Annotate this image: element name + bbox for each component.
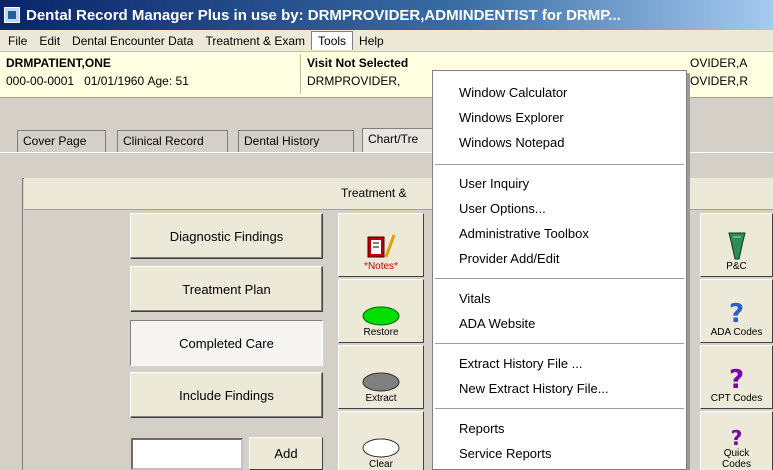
treatment-label: Treatment &	[341, 186, 407, 200]
treatment-plan-label: Treatment Plan	[182, 281, 271, 297]
menu-separator	[435, 278, 684, 279]
visit-status[interactable]: Visit Not Selected	[307, 56, 408, 70]
completed-care-button[interactable]: Completed Care	[130, 320, 323, 366]
cpt-codes-button[interactable]: ? CPT Codes	[700, 345, 773, 409]
menu-item-user-inquiry[interactable]: User Inquiry	[459, 176, 529, 191]
include-findings-label: Include Findings	[179, 387, 274, 403]
menu-item-windows-notepad[interactable]: Windows Notepad	[459, 135, 565, 150]
patient-dob: 01/01/1960	[84, 74, 145, 88]
p-and-c-button[interactable]: P&C	[700, 213, 773, 277]
add-button[interactable]: Add	[249, 437, 323, 470]
restore-label: Restore	[363, 327, 399, 338]
tab-chart-treatment[interactable]: Chart/Tre	[362, 128, 436, 152]
menu-item-reports[interactable]: Reports	[459, 421, 505, 436]
cpt-codes-label: CPT Codes	[710, 393, 763, 404]
menu-item-new-extract-history-file[interactable]: New Extract History File...	[459, 381, 609, 396]
quick-codes-button[interactable]: ? Quick Codes	[700, 411, 773, 470]
include-findings-button[interactable]: Include Findings	[130, 372, 323, 418]
menu-item-windows-explorer[interactable]: Windows Explorer	[459, 110, 564, 125]
clear-icon	[362, 438, 400, 458]
menu-separator	[435, 164, 684, 165]
question-icon: ?	[728, 299, 745, 329]
tab-cover-page[interactable]: Cover Page	[17, 130, 106, 152]
diagnostic-findings-label: Diagnostic Findings	[169, 228, 284, 244]
menu-bar: File Edit Dental Encounter Data Treatmen…	[0, 30, 773, 52]
provider-right-1: OVIDER,A	[690, 56, 748, 70]
p-and-c-label: P&C	[726, 261, 747, 272]
notes-button[interactable]: *Notes*	[338, 213, 424, 277]
tab-clinical-record[interactable]: Clinical Record	[117, 130, 228, 152]
quick-codes-label: Quick Codes	[722, 448, 751, 470]
divider	[300, 54, 301, 94]
menu-item-vitals[interactable]: Vitals	[459, 291, 491, 306]
patient-age: 51	[175, 74, 189, 88]
patient-name: DRMPATIENT,ONE	[6, 56, 111, 70]
extract-label: Extract	[365, 393, 397, 404]
menu-file[interactable]: File	[2, 32, 33, 50]
app-icon	[4, 7, 20, 23]
question-icon: ?	[730, 426, 743, 450]
patient-age-label: Age:	[147, 74, 173, 88]
menu-item-window-calculator[interactable]: Window Calculator	[459, 85, 567, 100]
provider-name: DRMPROVIDER,	[307, 74, 401, 88]
tab-dental-history[interactable]: Dental History	[238, 130, 354, 152]
tools-dropdown-menu: Window Calculator Windows Explorer Windo…	[432, 70, 687, 470]
add-input[interactable]	[131, 438, 243, 470]
ada-codes-button[interactable]: ? ADA Codes	[700, 279, 773, 343]
menu-separator	[435, 408, 684, 409]
restore-icon	[362, 306, 400, 326]
clear-label: Clear	[369, 459, 393, 470]
menu-treatment-exam[interactable]: Treatment & Exam	[199, 32, 311, 50]
tooth-icon	[727, 232, 746, 260]
menu-item-provider-add-edit[interactable]: Provider Add/Edit	[459, 251, 559, 266]
extract-button[interactable]: Extract	[338, 345, 424, 409]
diagnostic-findings-button[interactable]: Diagnostic Findings	[130, 213, 323, 259]
menu-help[interactable]: Help	[353, 32, 390, 50]
menu-dental-encounter-data[interactable]: Dental Encounter Data	[66, 32, 199, 50]
window-title: Dental Record Manager Plus in use by: DR…	[26, 6, 621, 24]
menu-item-service-reports[interactable]: Service Reports	[459, 446, 551, 461]
menu-item-administrative-toolbox[interactable]: Administrative Toolbox	[459, 226, 589, 241]
clear-button[interactable]: Clear	[338, 411, 424, 470]
add-button-label: Add	[274, 446, 298, 461]
menu-edit[interactable]: Edit	[33, 32, 66, 50]
patient-identifiers: 000-00-0001 01/01/1960 Age: 51	[6, 74, 189, 88]
ada-codes-label: ADA Codes	[710, 327, 763, 338]
extract-icon	[362, 372, 400, 392]
menu-tools[interactable]: Tools	[311, 31, 354, 50]
notes-icon	[367, 234, 396, 258]
completed-care-label: Completed Care	[179, 335, 274, 351]
treatment-plan-button[interactable]: Treatment Plan	[130, 266, 323, 312]
provider-right-2: OVIDER,R	[690, 74, 749, 88]
question-icon: ?	[728, 365, 745, 395]
notes-label: *Notes*	[364, 261, 398, 272]
title-bar: Dental Record Manager Plus in use by: DR…	[0, 0, 773, 30]
menu-item-ada-website[interactable]: ADA Website	[459, 316, 535, 331]
menu-item-extract-history-file[interactable]: Extract History File ...	[459, 356, 583, 371]
patient-ssn: 000-00-0001	[6, 74, 75, 88]
menu-item-user-options[interactable]: User Options...	[459, 201, 546, 216]
menu-separator	[435, 343, 684, 344]
restore-button[interactable]: Restore	[338, 279, 424, 343]
